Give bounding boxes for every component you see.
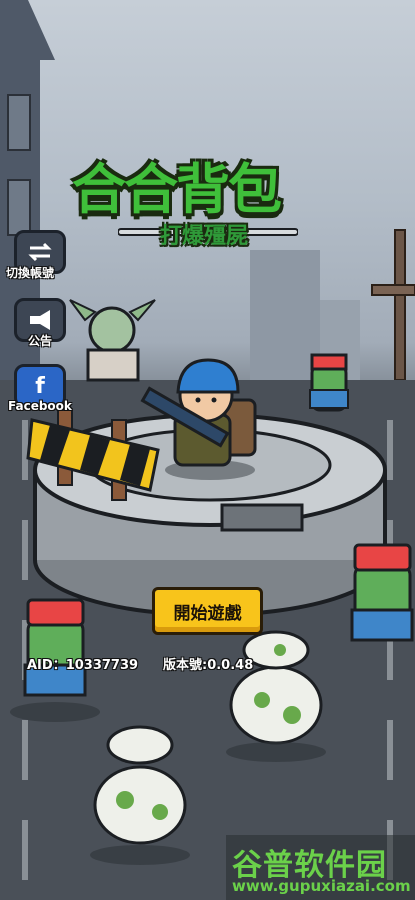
- facebook-label: Facebook: [8, 399, 72, 413]
- version-text: 版本號:0.0.48: [163, 658, 254, 673]
- game-scene: 合合背包 打爆殭屍 切換帳號 公告 f Facebook 開始遊戲 AID：10…: [0, 0, 415, 900]
- start-game-button[interactable]: 開始遊戲: [152, 587, 263, 635]
- game-title: 合合背包: [72, 158, 282, 221]
- switch-account-label: 切換帳號: [6, 266, 55, 280]
- facebook-icon: f: [35, 373, 45, 399]
- notice-label: 公告: [28, 334, 53, 348]
- game-subtitle: 打爆殭屍: [160, 224, 249, 249]
- aid-text: AID：10337739: [27, 658, 139, 673]
- watermark-url: www.gupuxiazai.com: [232, 877, 411, 895]
- megaphone-icon: [30, 310, 50, 330]
- swap-arrows-icon: [28, 242, 52, 262]
- background-art: [0, 0, 415, 900]
